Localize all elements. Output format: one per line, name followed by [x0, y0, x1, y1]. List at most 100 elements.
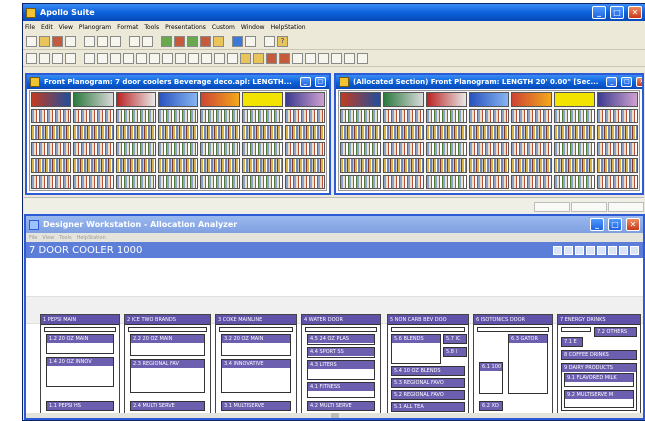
product-block[interactable]	[468, 141, 510, 156]
product-block[interactable]	[468, 158, 510, 173]
fixture-icon[interactable]	[187, 35, 198, 47]
copy-icon[interactable]	[97, 35, 108, 47]
product-block[interactable]	[157, 158, 199, 173]
subcategory-block[interactable]: 4.4 SPORT SS	[307, 347, 375, 358]
table-icon[interactable]	[608, 245, 617, 255]
menu-planogram[interactable]: Planogram	[79, 24, 111, 31]
network-icon[interactable]	[245, 35, 256, 47]
menu-edit[interactable]: Edit	[41, 24, 53, 31]
designer-workstation-window[interactable]: Designer Workstation - Allocation Analyz…	[24, 214, 645, 420]
layout-icon[interactable]	[575, 245, 584, 255]
maximize-icon[interactable]: □	[610, 6, 624, 19]
menu-custom[interactable]: Custom	[212, 24, 235, 31]
scroll-thumb[interactable]	[331, 413, 339, 418]
save-icon[interactable]	[52, 35, 63, 47]
refresh-icon[interactable]	[553, 245, 562, 255]
help-icon[interactable]: ?	[277, 35, 288, 47]
product-block[interactable]	[242, 158, 283, 173]
product-block[interactable]	[554, 125, 596, 140]
designer-title-bar[interactable]: Designer Workstation - Allocation Analyz…	[26, 216, 643, 233]
product-block[interactable]	[468, 125, 510, 140]
subcategory-block[interactable]: 3.2 20 OZ MAIN	[221, 334, 291, 356]
product-block[interactable]	[242, 108, 283, 123]
product-block[interactable]	[284, 141, 325, 156]
export-icon[interactable]	[619, 245, 628, 255]
subcategory-block[interactable]: 6.2 XD	[479, 401, 503, 411]
menu-file[interactable]: File	[25, 24, 35, 31]
product-block[interactable]	[115, 141, 156, 156]
label-icon[interactable]	[240, 52, 251, 64]
minimize-icon[interactable]: _	[299, 77, 311, 87]
app-title-bar[interactable]: Apollo Suite _ □ ✕	[23, 4, 645, 21]
product-icon[interactable]	[200, 35, 211, 47]
product-block[interactable]	[157, 125, 199, 140]
product-block[interactable]	[157, 141, 199, 156]
product-block[interactable]	[200, 125, 241, 140]
grid-icon[interactable]	[597, 245, 606, 255]
zoom-in-icon[interactable]	[52, 52, 63, 64]
product-block[interactable]	[554, 158, 596, 173]
paste-icon[interactable]	[110, 35, 121, 47]
allocated-section-title-bar[interactable]: (Allocated Section) Front Planogram: LEN…	[336, 75, 642, 89]
rod-icon[interactable]	[175, 52, 186, 64]
close-icon[interactable]: ✕	[636, 77, 642, 87]
product-block[interactable]	[73, 108, 114, 123]
zoom-icon[interactable]	[564, 245, 573, 255]
product-block[interactable]	[157, 174, 199, 189]
subcategory-block[interactable]: 7.1 E	[561, 337, 583, 347]
product-block[interactable]	[31, 108, 72, 123]
menu-window[interactable]: Window	[241, 24, 265, 31]
front-planogram-window[interactable]: Front Planogram: 7 door coolers Beverage…	[25, 73, 331, 195]
minimize-icon[interactable]: _	[606, 77, 618, 87]
product-block[interactable]	[115, 158, 156, 173]
subcategory-block[interactable]: 5.1 ALL TEA	[391, 402, 465, 412]
subcategory-block[interactable]: 2.3 REGIONAL FAV	[130, 359, 205, 393]
product-block[interactable]	[597, 108, 639, 123]
hand-icon[interactable]	[39, 52, 50, 64]
spread-icon[interactable]	[214, 52, 225, 64]
subcategory-block[interactable]: 9.2 MULTISERVE M	[564, 390, 634, 408]
category-block[interactable]: 5 NON CARB BEV DOO 5.6 BLENDS 5.7 IC 5.8…	[387, 314, 469, 414]
peg-icon[interactable]	[97, 52, 108, 64]
color-icon[interactable]	[266, 52, 277, 64]
product-block[interactable]	[340, 174, 381, 189]
category-block[interactable]: 4 WATER DOOR 4.5 24 OZ PLAS 4.4 SPORT SS…	[301, 314, 381, 414]
product-block[interactable]	[425, 141, 467, 156]
subcategory-block[interactable]: 4.3 LITERS	[307, 360, 375, 380]
align-icon[interactable]	[201, 52, 212, 64]
subcategory-block[interactable]: 8 COFFEE DRINKS	[561, 350, 637, 360]
designer-menu-view[interactable]: View	[42, 235, 54, 241]
product-block[interactable]	[31, 158, 72, 173]
open-icon[interactable]	[39, 35, 50, 47]
back-icon[interactable]	[357, 52, 368, 64]
subcategory-block[interactable]: 5.4 10 OZ BLENDS	[391, 366, 465, 376]
subcategory-block[interactable]: 6.1 100	[479, 362, 503, 394]
product-block[interactable]	[242, 174, 283, 189]
product-block[interactable]	[284, 125, 325, 140]
product-block[interactable]	[31, 125, 72, 140]
product-block[interactable]	[597, 174, 639, 189]
menu-presentations[interactable]: Presentations	[165, 24, 206, 31]
subcategory-block[interactable]: 5.3 REGIONAL FAVO	[391, 378, 465, 388]
subcategory-block[interactable]: 2.4 MULTI SERVE	[130, 401, 205, 411]
product-block[interactable]	[597, 158, 639, 173]
report-icon[interactable]	[174, 35, 185, 47]
subcategory-block[interactable]: 4.2 MULTI SERVE	[307, 401, 375, 411]
category-block[interactable]: 3 COKE MAINLINE 3.2 20 OZ MAIN 3.4 INNOV…	[215, 314, 297, 414]
subcategory-block[interactable]: 1.2 20 OZ MAIN	[46, 334, 114, 354]
product-block[interactable]	[242, 141, 283, 156]
product-block[interactable]	[511, 174, 553, 189]
product-block[interactable]	[242, 125, 283, 140]
arrow-icon[interactable]	[213, 35, 224, 47]
product-block[interactable]	[554, 141, 596, 156]
subcategory-block[interactable]: 5.2 REGIONAL FAVO	[391, 390, 465, 400]
chart-icon[interactable]	[586, 245, 595, 255]
product-block[interactable]	[511, 158, 553, 173]
horizontal-scrollbar[interactable]	[26, 413, 643, 418]
pair-icon[interactable]	[227, 52, 238, 64]
slot-icon[interactable]	[188, 52, 199, 64]
product-block[interactable]	[382, 125, 424, 140]
product-block[interactable]	[73, 174, 114, 189]
down-icon[interactable]	[331, 52, 342, 64]
category-block[interactable]: 7 ENERGY DRINKS 7.2 OTHERS 7.1 E 8 COFFE…	[557, 314, 641, 414]
